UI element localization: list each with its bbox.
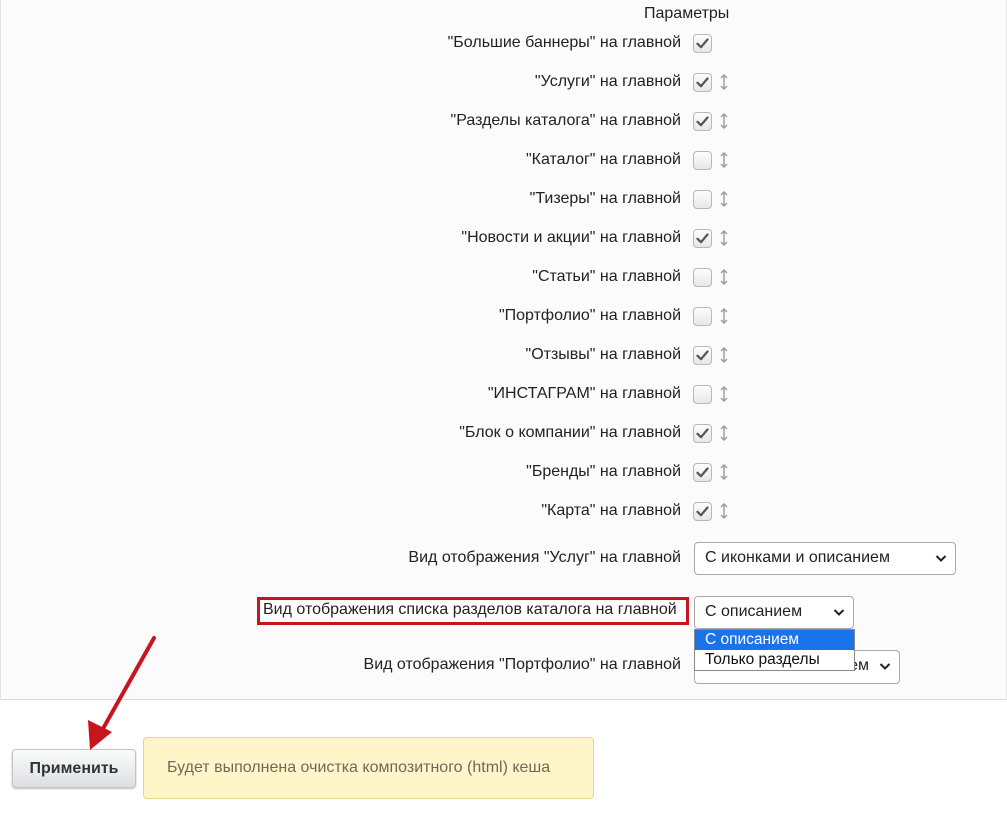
view-catalog-sections-label: Вид отображения списка разделов каталога…	[257, 597, 689, 625]
section-title: Параметры	[644, 5, 730, 22]
catalog-sections-dropdown: С описанием Только разделы	[694, 629, 855, 671]
checkbox-row: "Большие баннеры" на главной	[1, 31, 1007, 55]
checkbox-row: "Разделы каталога" на главной	[1, 109, 1007, 133]
check-icon	[696, 467, 709, 478]
checkbox-row-label: "Большие баннеры" на главной	[447, 34, 681, 51]
checkbox-row: "Бренды" на главной	[1, 460, 1007, 484]
view-services-value: С иконками и описанием	[705, 549, 890, 566]
checkbox-row-label: "Блок о компании" на главной	[459, 424, 681, 441]
checkbox-row-label: "Новости и акции" на главной	[461, 229, 681, 246]
chevron-down-icon	[879, 663, 891, 670]
checkbox-row: "Новости и акции" на главной	[1, 226, 1007, 250]
check-icon	[696, 428, 709, 439]
checkbox-row-label: "Каталог" на главной	[525, 151, 681, 168]
checkbox[interactable]	[693, 307, 712, 326]
checkbox[interactable]	[693, 346, 712, 365]
up-down-arrow-icon[interactable]	[719, 267, 729, 287]
checkbox[interactable]	[693, 73, 712, 92]
check-icon	[696, 350, 709, 361]
cache-notice: Будет выполнена очистка композитного (ht…	[143, 737, 594, 799]
checkbox[interactable]	[693, 268, 712, 287]
checkbox-row: "Статьи" на главной	[1, 265, 1007, 289]
checkbox[interactable]	[693, 463, 712, 482]
checkbox-row: "Тизеры" на главной	[1, 187, 1007, 211]
up-down-arrow-icon[interactable]	[719, 150, 729, 170]
up-down-arrow-icon[interactable]	[719, 306, 729, 326]
settings-panel: Параметры "Большие баннеры" на главной "У…	[0, 0, 1007, 700]
checkbox-row-label: "Бренды" на главной	[526, 463, 681, 480]
view-services-select[interactable]: С иконками и описанием	[694, 542, 956, 575]
checkbox-row-label: "Портфолио" на главной	[498, 307, 681, 324]
view-services-label: Вид отображения "Услуг" на главной	[408, 549, 681, 566]
checkbox[interactable]	[693, 502, 712, 521]
checkbox-row-label: "ИНСТАГРАМ" на главной	[487, 385, 681, 402]
apply-button[interactable]: Применить	[12, 749, 136, 788]
checkbox-row-label: "Статьи" на главной	[532, 268, 681, 285]
view-catalog-sections-select[interactable]: С описанием	[694, 596, 854, 629]
up-down-arrow-icon[interactable]	[719, 501, 729, 521]
check-icon	[696, 116, 709, 127]
dropdown-option[interactable]: Только разделы	[695, 650, 854, 670]
check-icon	[696, 38, 709, 49]
up-down-arrow-icon[interactable]	[719, 111, 729, 131]
checkbox-row-label: "Отзывы" на главной	[525, 346, 681, 363]
checkbox-row: "Карта" на главной	[1, 499, 1007, 523]
checkbox-row: "Портфолио" на главной	[1, 304, 1007, 328]
up-down-arrow-icon[interactable]	[719, 423, 729, 443]
check-icon	[696, 233, 709, 244]
up-down-arrow-icon[interactable]	[719, 72, 729, 92]
chevron-down-icon	[833, 609, 845, 616]
view-portfolio-label: Вид отображения "Портфолио" на главной	[363, 656, 681, 673]
checkbox-row-label: "Услуги" на главной	[534, 73, 681, 90]
check-icon	[696, 506, 709, 517]
checkbox-row-label: "Тизеры" на главной	[529, 190, 681, 207]
checkbox-row-label: "Карта" на главной	[541, 502, 681, 519]
checkbox[interactable]	[693, 190, 712, 209]
checkbox[interactable]	[693, 229, 712, 248]
check-icon	[696, 77, 709, 88]
dropdown-option[interactable]: С описанием	[695, 630, 854, 650]
up-down-arrow-icon[interactable]	[719, 189, 729, 209]
view-catalog-sections-label-text: Вид отображения списка разделов каталога…	[263, 601, 677, 618]
checkbox-row: "ИНСТАГРАМ" на главной	[1, 382, 1007, 406]
checkbox[interactable]	[693, 385, 712, 404]
checkbox-row: "Блок о компании" на главной	[1, 421, 1007, 445]
checkbox[interactable]	[693, 424, 712, 443]
arrow-icon	[88, 636, 156, 750]
up-down-arrow-icon[interactable]	[719, 345, 729, 365]
cache-notice-text: Будет выполнена очистка композитного (ht…	[167, 759, 551, 776]
checkbox-row: "Каталог" на главной	[1, 148, 1007, 172]
checkbox[interactable]	[693, 34, 712, 53]
checkbox-row-label: "Разделы каталога" на главной	[450, 112, 681, 129]
checkbox-row: "Отзывы" на главной	[1, 343, 1007, 367]
checkbox[interactable]	[693, 151, 712, 170]
view-catalog-sections-value: С описанием	[705, 603, 803, 620]
checkbox-row: "Услуги" на главной	[1, 70, 1007, 94]
dropdown-options: С описанием Только разделы	[695, 630, 854, 670]
checkbox[interactable]	[693, 112, 712, 131]
chevron-down-icon	[935, 555, 947, 562]
up-down-arrow-icon[interactable]	[719, 384, 729, 404]
up-down-arrow-icon[interactable]	[719, 228, 729, 248]
up-down-arrow-icon[interactable]	[719, 462, 729, 482]
